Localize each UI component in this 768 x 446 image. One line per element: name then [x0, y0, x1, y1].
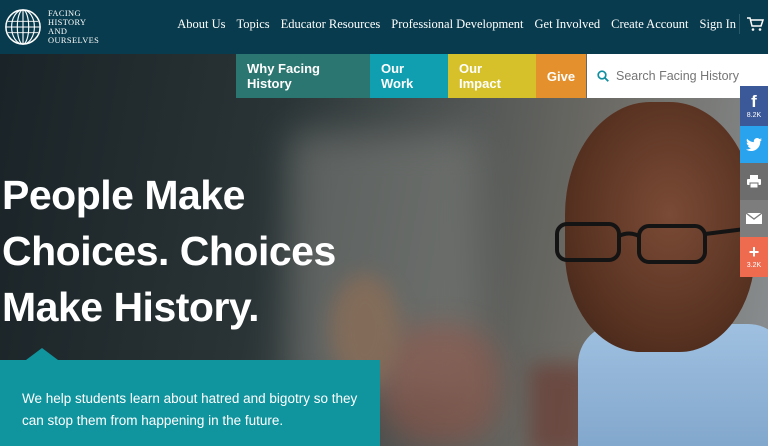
twitter-icon: [746, 138, 762, 151]
share-bar: f 8.2K + 3.2K: [740, 86, 768, 277]
email-share-button[interactable]: [740, 200, 768, 237]
tab-our-impact[interactable]: Our Impact: [448, 54, 536, 98]
tab-our-work[interactable]: Our Work: [370, 54, 448, 98]
nav-professional-development[interactable]: Professional Development: [391, 17, 523, 32]
nav-educator-resources[interactable]: Educator Resources: [281, 17, 381, 32]
nav-sign-in[interactable]: Sign In: [700, 17, 736, 32]
search-input[interactable]: [614, 68, 758, 84]
cart-icon[interactable]: [746, 16, 764, 32]
divider: [739, 14, 740, 34]
nav-topics[interactable]: Topics: [236, 17, 269, 32]
facebook-share-count: 8.2K: [746, 111, 762, 119]
sub-navigation: Why Facing History Our Work Our Impact G…: [236, 54, 586, 98]
search-icon[interactable]: [597, 70, 609, 82]
mission-box: We help students learn about hatred and …: [0, 348, 380, 446]
globe-logo-icon: [5, 9, 41, 45]
site-header: FACING HISTORY AND OURSELVES About Us To…: [0, 0, 768, 54]
twitter-share-button[interactable]: [740, 126, 768, 163]
tab-why-facing-history[interactable]: Why Facing History: [236, 54, 370, 98]
glasses-graphic: [555, 222, 754, 264]
nav-create-account[interactable]: Create Account: [611, 17, 688, 32]
print-button[interactable]: [740, 163, 768, 200]
nav-about-us[interactable]: About Us: [177, 17, 225, 32]
facebook-share-button[interactable]: f 8.2K: [740, 86, 768, 126]
facebook-icon: f: [751, 91, 757, 111]
top-navigation: About Us Topics Educator Resources Profe…: [177, 17, 736, 32]
print-icon: [747, 175, 761, 188]
site-logo[interactable]: FACING HISTORY AND OURSELVES: [4, 7, 124, 47]
tab-give[interactable]: Give: [536, 54, 586, 98]
more-share-button[interactable]: + 3.2K: [740, 237, 768, 277]
mission-text: We help students learn about hatred and …: [22, 391, 358, 428]
hero-headline: People Make Choices. Choices Make Histor…: [2, 172, 336, 330]
nav-get-involved[interactable]: Get Involved: [535, 17, 601, 32]
plus-icon: +: [748, 242, 760, 262]
logo-text: FACING HISTORY AND OURSELVES: [48, 8, 100, 46]
email-icon: [746, 213, 762, 224]
more-share-count: 3.2K: [746, 262, 762, 269]
hero-section: People Make Choices. Choices Make Histor…: [0, 54, 768, 446]
